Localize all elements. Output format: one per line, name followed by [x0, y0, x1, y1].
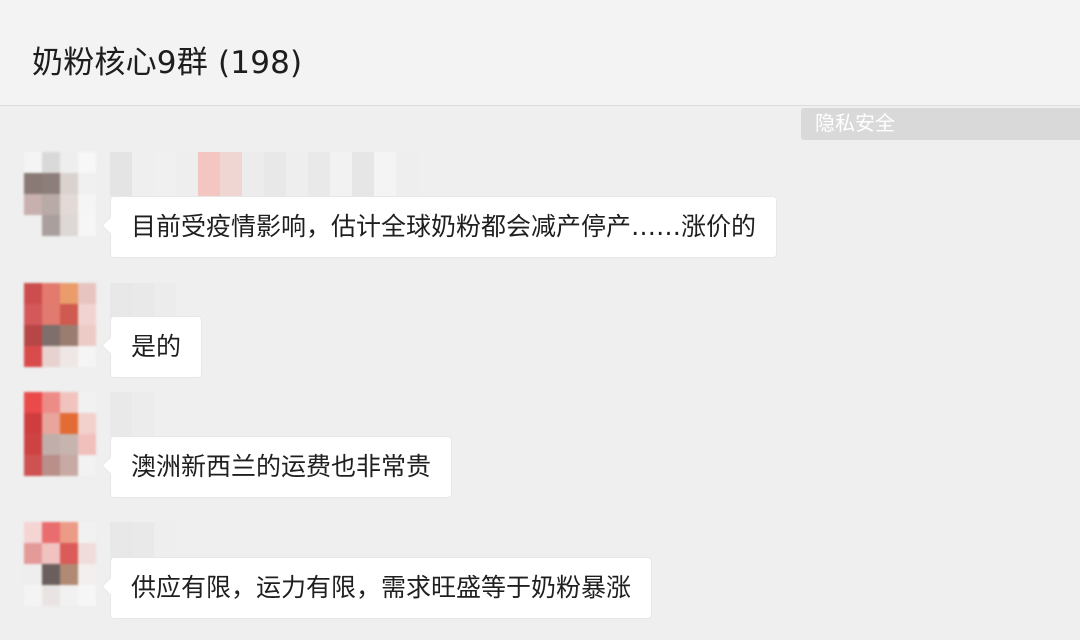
- mosaic-cell: [132, 152, 154, 196]
- mosaic-cell: [60, 325, 78, 346]
- mosaic-cell: [78, 304, 96, 325]
- mosaic-cell: [60, 346, 78, 367]
- mosaic-cell: [78, 325, 96, 346]
- mosaic-cell: [42, 215, 60, 236]
- mosaic-cell: [78, 564, 96, 585]
- mosaic-cell: [60, 455, 78, 476]
- mosaic-cell: [60, 152, 78, 173]
- mosaic-cell: [60, 585, 78, 606]
- mosaic-cell: [60, 304, 78, 325]
- mosaic-cell: [242, 152, 264, 196]
- mosaic-cell: [60, 283, 78, 304]
- mosaic-cell: [154, 152, 176, 196]
- mosaic-cell: [132, 392, 154, 436]
- mosaic-cell: [78, 392, 96, 413]
- mosaic-cell: [352, 152, 374, 196]
- mosaic-cell: [60, 215, 78, 236]
- mosaic-cell: [42, 152, 60, 173]
- mosaic-cell: [24, 543, 42, 564]
- mosaic-cell: [78, 173, 96, 194]
- mosaic-cell: [78, 522, 96, 543]
- mosaic-cell: [78, 434, 96, 455]
- mosaic-cell: [78, 455, 96, 476]
- mosaic-cell: [42, 455, 60, 476]
- mosaic-cell: [42, 346, 60, 367]
- mosaic-cell: [78, 346, 96, 367]
- mosaic-cell: [396, 152, 418, 196]
- mosaic-cell: [42, 585, 60, 606]
- mosaic-cell: [24, 413, 42, 434]
- avatar[interactable]: [24, 283, 96, 367]
- mosaic-cell: [60, 564, 78, 585]
- mosaic-cell: [42, 413, 60, 434]
- mosaic-cell: [24, 585, 42, 606]
- mosaic-cell: [176, 152, 198, 196]
- mosaic-cell: [42, 392, 60, 413]
- chat-header: 奶粉核心9群 (198): [0, 0, 1080, 106]
- mosaic-cell: [78, 152, 96, 173]
- message-bubble[interactable]: 是的: [110, 316, 203, 378]
- avatar[interactable]: [24, 522, 96, 606]
- message-bubble[interactable]: 目前受疫情影响，估计全球奶粉都会减产停产……涨价的: [110, 196, 778, 258]
- mosaic-cell: [42, 194, 60, 215]
- mosaic-cell: [24, 283, 42, 304]
- mosaic-cell: [286, 152, 308, 196]
- mosaic-cell: [24, 194, 42, 215]
- mosaic-cell: [60, 543, 78, 564]
- mosaic-cell: [308, 152, 330, 196]
- mosaic-cell: [60, 194, 78, 215]
- mosaic-cell: [24, 215, 42, 236]
- mosaic-cell: [42, 325, 60, 346]
- privacy-security-label[interactable]: 隐私安全: [801, 108, 1080, 140]
- mosaic-cell: [42, 522, 60, 543]
- avatar[interactable]: [24, 392, 96, 476]
- message-bubble[interactable]: 澳洲新西兰的运费也非常贵: [110, 436, 453, 498]
- mosaic-cell: [42, 564, 60, 585]
- mosaic-cell: [24, 173, 42, 194]
- mosaic-cell: [154, 392, 176, 436]
- mosaic-cell: [24, 392, 42, 413]
- mosaic-cell: [78, 585, 96, 606]
- mosaic-cell: [42, 173, 60, 194]
- mosaic-cell: [24, 152, 42, 173]
- mosaic-cell: [60, 173, 78, 194]
- mosaic-cell: [78, 194, 96, 215]
- avatar[interactable]: [24, 152, 96, 236]
- mosaic-cell: [78, 283, 96, 304]
- mosaic-cell: [24, 304, 42, 325]
- mosaic-cell: [264, 152, 286, 196]
- mosaic-cell: [24, 564, 42, 585]
- mosaic-cell: [42, 304, 60, 325]
- sender-name: [110, 392, 176, 436]
- group-title[interactable]: 奶粉核心9群 (198): [32, 41, 302, 85]
- mosaic-cell: [110, 152, 132, 196]
- sender-name: [110, 152, 418, 196]
- mosaic-cell: [24, 522, 42, 543]
- mosaic-cell: [198, 152, 220, 196]
- mosaic-cell: [220, 152, 242, 196]
- mosaic-cell: [60, 413, 78, 434]
- mosaic-cell: [78, 543, 96, 564]
- mosaic-cell: [24, 455, 42, 476]
- mosaic-cell: [330, 152, 352, 196]
- message-bubble[interactable]: 供应有限，运力有限，需求旺盛等于奶粉暴涨: [110, 557, 653, 619]
- mosaic-cell: [24, 325, 42, 346]
- mosaic-cell: [24, 346, 42, 367]
- mosaic-cell: [78, 413, 96, 434]
- mosaic-cell: [60, 522, 78, 543]
- mosaic-cell: [42, 283, 60, 304]
- mosaic-cell: [78, 215, 96, 236]
- mosaic-cell: [60, 434, 78, 455]
- mosaic-cell: [24, 434, 42, 455]
- mosaic-cell: [374, 152, 396, 196]
- mosaic-cell: [42, 434, 60, 455]
- mosaic-cell: [110, 392, 132, 436]
- mosaic-cell: [42, 543, 60, 564]
- mosaic-cell: [60, 392, 78, 413]
